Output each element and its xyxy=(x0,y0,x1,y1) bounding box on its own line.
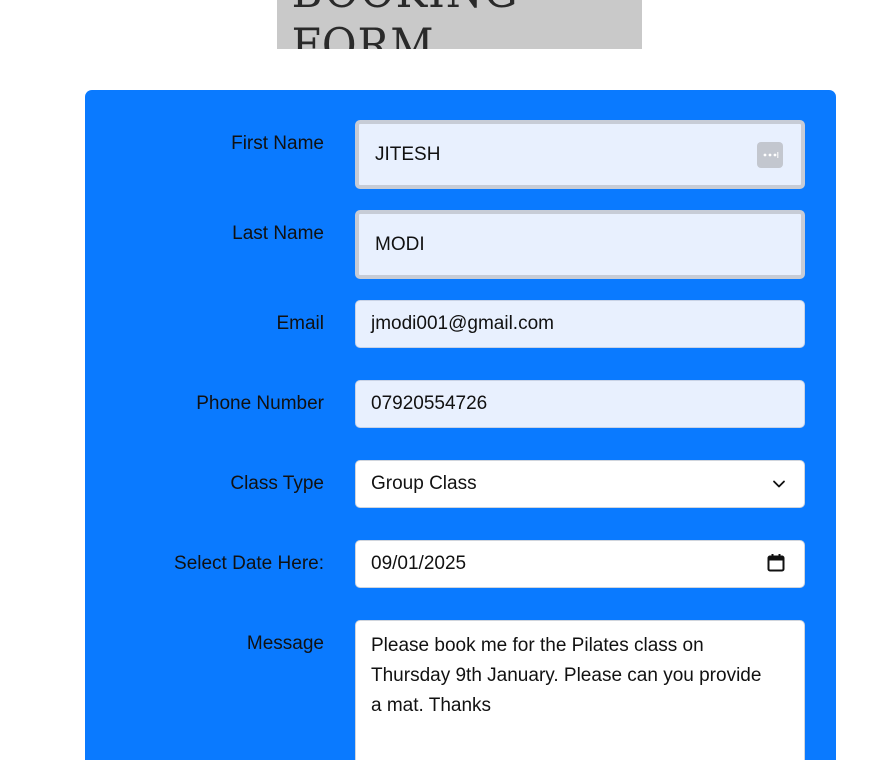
date-value: 09/01/2025 xyxy=(371,553,467,574)
class-type-select[interactable]: Group Class xyxy=(355,460,805,508)
message-textarea[interactable]: Please book me for the Pilates class on … xyxy=(355,620,805,760)
calendar-icon[interactable] xyxy=(766,553,786,573)
title-banner: BOOKING FORM xyxy=(277,0,642,49)
message-value: Please book me for the Pilates class on … xyxy=(371,635,762,716)
email-label: Email xyxy=(276,313,324,334)
class-type-selected: Group Class xyxy=(371,473,477,494)
page-title: BOOKING FORM xyxy=(291,0,518,49)
booking-form-panel: First Name JITESH Last Name MODI Email j… xyxy=(85,90,836,760)
phone-number-value: 07920554726 xyxy=(371,393,488,414)
last-name-value: MODI xyxy=(375,233,425,255)
date-input[interactable]: 09/01/2025 xyxy=(355,540,805,588)
booking-page: BOOKING FORM First Name JITESH Last Name… xyxy=(0,0,874,760)
last-name-label: Last Name xyxy=(232,223,324,244)
password-manager-key-icon[interactable] xyxy=(757,141,783,168)
first-name-label: First Name xyxy=(231,133,324,154)
first-name-field[interactable]: JITESH xyxy=(355,120,805,189)
phone-number-field[interactable]: 07920554726 xyxy=(355,380,805,428)
last-name-field[interactable]: MODI xyxy=(355,210,805,279)
class-type-label: Class Type xyxy=(230,473,324,494)
email-field[interactable]: jmodi001@gmail.com xyxy=(355,300,805,348)
message-label: Message xyxy=(246,633,324,654)
first-name-value: JITESH xyxy=(375,143,441,165)
email-value: jmodi001@gmail.com xyxy=(371,313,554,334)
select-date-label: Select Date Here: xyxy=(174,553,324,574)
chevron-down-icon[interactable] xyxy=(772,477,786,491)
phone-number-label: Phone Number xyxy=(196,393,324,414)
